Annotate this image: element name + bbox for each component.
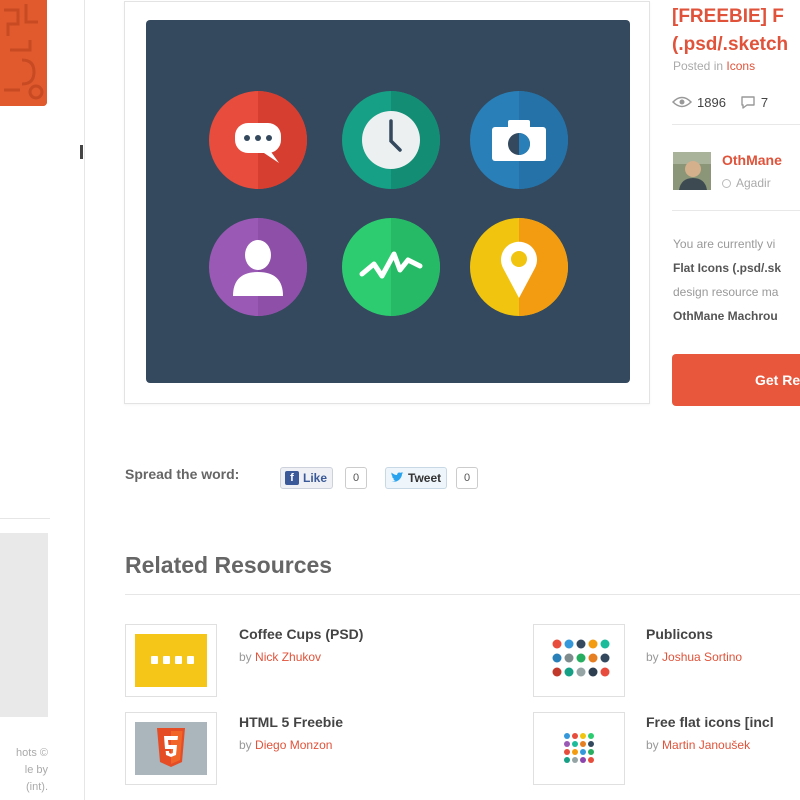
- related-author[interactable]: Martin Janoušek: [662, 738, 750, 752]
- author-name[interactable]: OthMane: [722, 152, 782, 168]
- related-byline: by Martin Janoušek: [646, 738, 751, 752]
- related-thumbnail-publicons[interactable]: [533, 624, 625, 697]
- divider: [125, 594, 800, 595]
- related-byline: by Joshua Sortino: [646, 650, 743, 664]
- tweet-button[interactable]: Tweet: [385, 467, 448, 489]
- facebook-icon: f: [285, 471, 299, 485]
- divider: [672, 210, 800, 211]
- related-author[interactable]: Nick Zhukov: [255, 650, 321, 664]
- resource-description: You are currently vi Flat Icons (.psd/.s…: [673, 232, 800, 328]
- related-thumbnail-flat-icons[interactable]: [533, 712, 625, 785]
- comments-count: 7: [760, 94, 769, 110]
- related-author[interactable]: Diego Monzon: [255, 738, 332, 752]
- preview-artwork: [146, 20, 630, 383]
- category-link[interactable]: Icons: [726, 59, 755, 73]
- description-line: design resource ma: [673, 285, 779, 299]
- credit-line: (int).: [26, 781, 48, 793]
- credit-line: hots ©: [16, 747, 48, 759]
- camera-icon: [470, 91, 568, 189]
- credit-text: hots © le by (int).: [0, 745, 48, 796]
- like-label: Like: [303, 471, 328, 485]
- description-line: You are currently vi: [673, 237, 776, 251]
- description-line: OthMane Machrou: [673, 309, 778, 323]
- divider: [672, 124, 800, 125]
- posted-in: Posted in Icons: [673, 59, 755, 73]
- map-pin-icon: [470, 218, 568, 316]
- comment-icon: [741, 96, 755, 109]
- twitter-bird-icon: [391, 472, 404, 482]
- like-count: 0: [345, 467, 367, 489]
- resource-stats: 1896 7: [672, 93, 782, 111]
- tweet-label: Tweet: [408, 471, 442, 485]
- related-title[interactable]: Coffee Cups (PSD): [239, 626, 363, 642]
- avatar[interactable]: [673, 152, 711, 190]
- related-resources-heading: Related Resources: [125, 552, 333, 578]
- resource-title: [FREEBIE] F (.psd/.sketch: [672, 3, 800, 59]
- chat-bubble-icon: [209, 91, 307, 189]
- tweet-count: 0: [456, 467, 478, 489]
- resource-preview[interactable]: [124, 1, 650, 404]
- related-byline: by Diego Monzon: [239, 738, 333, 752]
- scroll-indicator: [80, 145, 83, 159]
- description-line: Flat Icons (.psd/.sk: [673, 261, 782, 275]
- location-text: Agadir: [736, 176, 771, 190]
- related-title[interactable]: Publicons: [646, 626, 713, 642]
- related-author[interactable]: Joshua Sortino: [662, 650, 742, 664]
- author-location: Agadir: [722, 176, 771, 190]
- resource-title-line: (.psd/.sketch: [672, 34, 789, 55]
- related-title[interactable]: Free flat icons [incl: [646, 714, 774, 730]
- previous-resource-thumbnail[interactable]: [0, 0, 47, 106]
- location-icon: [722, 179, 731, 188]
- user-icon: [209, 218, 307, 316]
- related-title[interactable]: HTML 5 Freebie: [239, 714, 343, 730]
- resource-title-line: [FREEBIE] F: [672, 6, 784, 27]
- clock-icon: [342, 91, 440, 189]
- left-sidebar: hots © le by (int).: [0, 0, 85, 800]
- spread-the-word-label: Spread the word:: [125, 466, 240, 482]
- posted-prefix: Posted in: [673, 59, 724, 73]
- views-count: 1896: [697, 94, 726, 110]
- related-thumbnail-coffee-cups[interactable]: [125, 624, 217, 697]
- related-thumbnail-html5[interactable]: [125, 712, 217, 785]
- facebook-like-button[interactable]: f Like: [280, 467, 334, 489]
- credit-line: le by: [24, 764, 48, 776]
- ad-placeholder[interactable]: [0, 533, 48, 717]
- eye-icon: [672, 96, 692, 108]
- activity-icon: [342, 218, 440, 316]
- related-byline: by Nick Zhukov: [239, 650, 322, 664]
- get-resource-button[interactable]: Get Re: [672, 354, 800, 406]
- divider: [0, 518, 50, 519]
